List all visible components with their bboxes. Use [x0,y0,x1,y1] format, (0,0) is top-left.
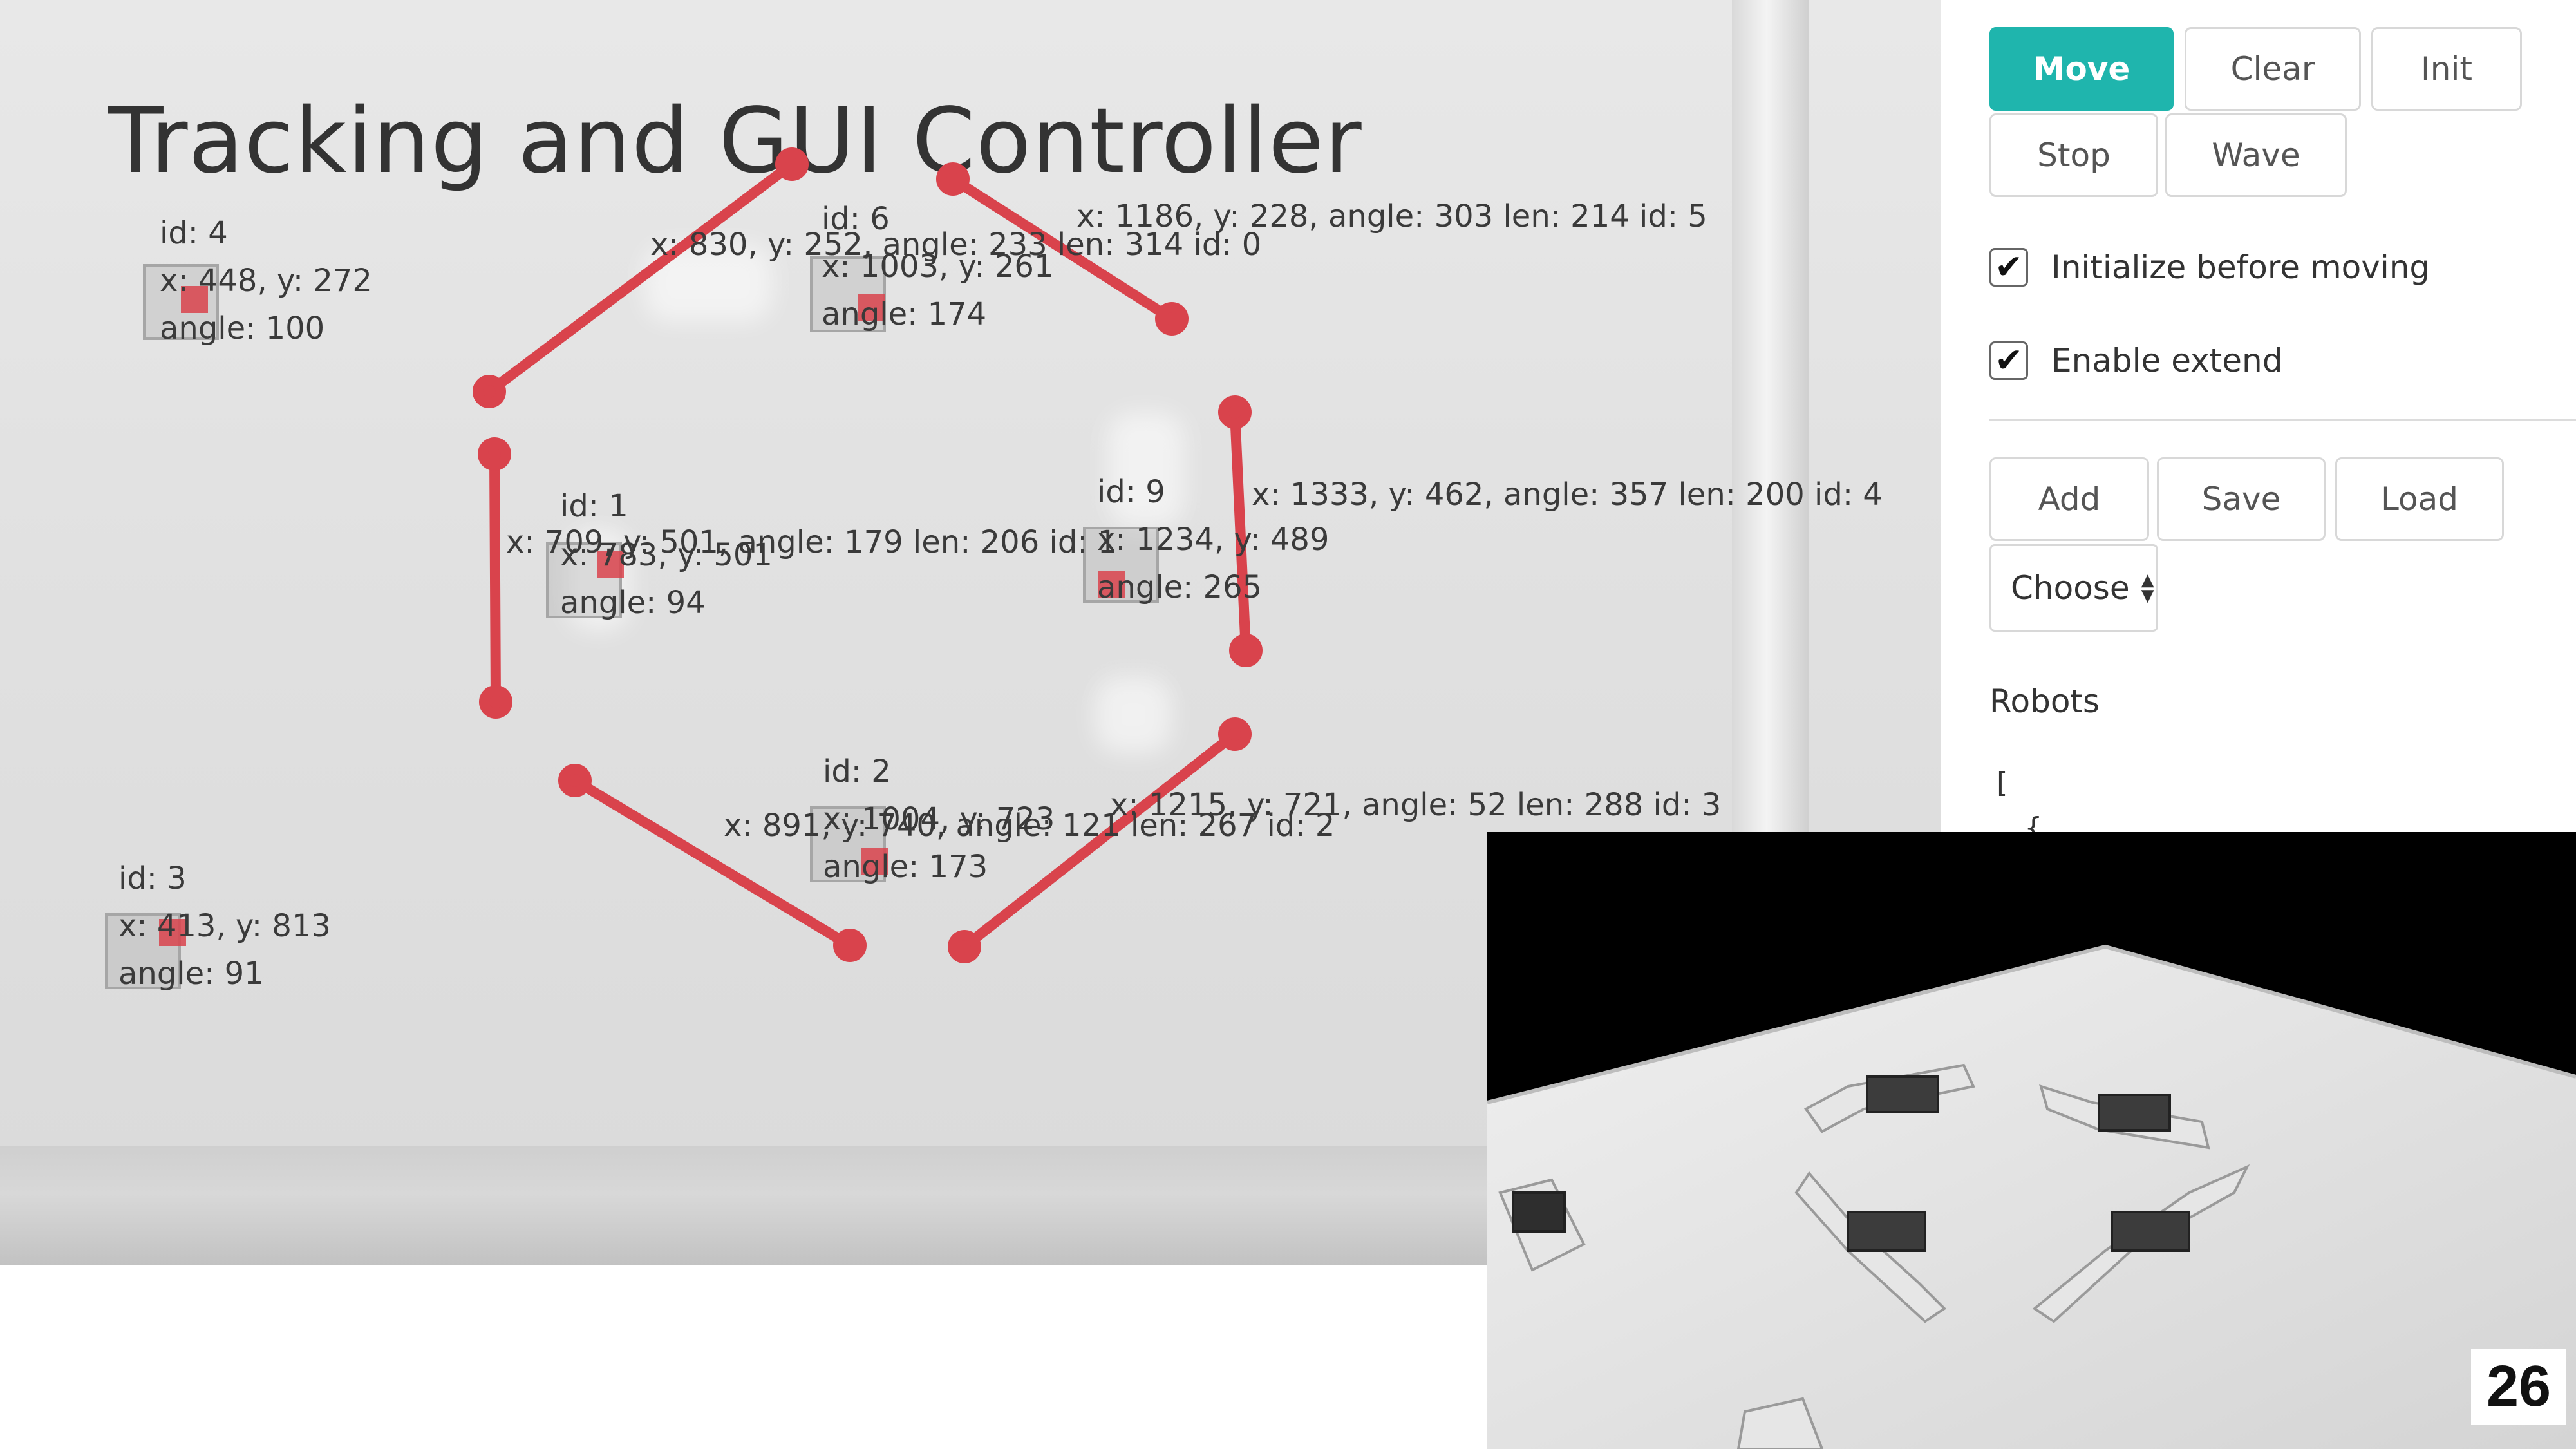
robot-id-label: id: 9 [1097,474,1165,510]
segment-label: x: 1186, y: 228, angle: 303 len: 214 id:… [1076,198,1707,234]
robot-position-label: x: 1234, y: 489 [1097,522,1330,558]
segment-line-1 [489,449,501,707]
robots-photo [1487,832,2576,1449]
robot-id-label: id: 1 [560,488,628,524]
robot-angle-label: angle: 100 [160,310,325,346]
robot-angle-label: angle: 94 [560,585,706,621]
robot-id-label: id: 4 [160,215,228,251]
wave-button[interactable]: Wave [2165,113,2347,197]
checkmark-icon: ✔ [1995,341,2023,380]
init-before-moving-label: Initialize before moving [2051,249,2430,286]
add-button[interactable]: Add [1989,457,2149,541]
robot-id-label: id: 2 [823,753,891,790]
robot-position-label: x: 413, y: 813 [118,908,331,944]
init-before-moving-option[interactable]: ✔ Initialize before moving [1989,248,2430,287]
robot-angle-label: angle: 265 [1097,569,1263,605]
load-button[interactable]: Load [2335,457,2504,541]
slide-number: 26 [2471,1349,2566,1425]
robot-angle-label: angle: 174 [822,296,987,332]
robots-photo-illustration [1487,944,2576,1449]
checkmark-icon: ✔ [1995,248,2023,287]
init-before-moving-checkbox[interactable]: ✔ [1989,248,2028,287]
segment-label: x: 1215, y: 721, angle: 52 len: 288 id: … [1110,787,1722,823]
robot-position-label: x: 448, y: 272 [160,263,372,299]
select-arrows-icon: ▲ ▼ [2141,571,2154,605]
robot-angle-label: angle: 91 [118,956,264,992]
choose-select-value: Choose [2011,569,2130,607]
save-button[interactable]: Save [2157,457,2326,541]
move-button[interactable]: Move [1989,27,2174,111]
divider [1989,419,2576,421]
segment-line-2 [570,775,855,951]
enable-extend-checkbox[interactable]: ✔ [1989,341,2028,380]
robots-json-text: { [2025,811,2042,832]
choose-select[interactable]: Choose ▲ ▼ [1989,544,2158,632]
robots-json-text: [ [1993,766,2010,799]
control-panel: Move Clear Init Stop Wave ✔ Initialize b… [1941,0,2576,832]
init-button[interactable]: Init [2371,27,2522,111]
segment-label: x: 1333, y: 462, angle: 357 len: 200 id:… [1252,477,1883,513]
segment-label: x: 709, y: 501, angle: 179 len: 206 id: … [506,524,1118,560]
stop-button[interactable]: Stop [1989,113,2158,197]
clear-button[interactable]: Clear [2185,27,2361,111]
enable-extend-option[interactable]: ✔ Enable extend [1989,341,2282,380]
robots-heading: Robots [1989,683,2100,720]
robot-id-label: id: 3 [118,860,187,896]
robot-angle-label: angle: 173 [823,849,988,885]
enable-extend-label: Enable extend [2051,342,2283,379]
segment-line-0 [484,159,797,397]
